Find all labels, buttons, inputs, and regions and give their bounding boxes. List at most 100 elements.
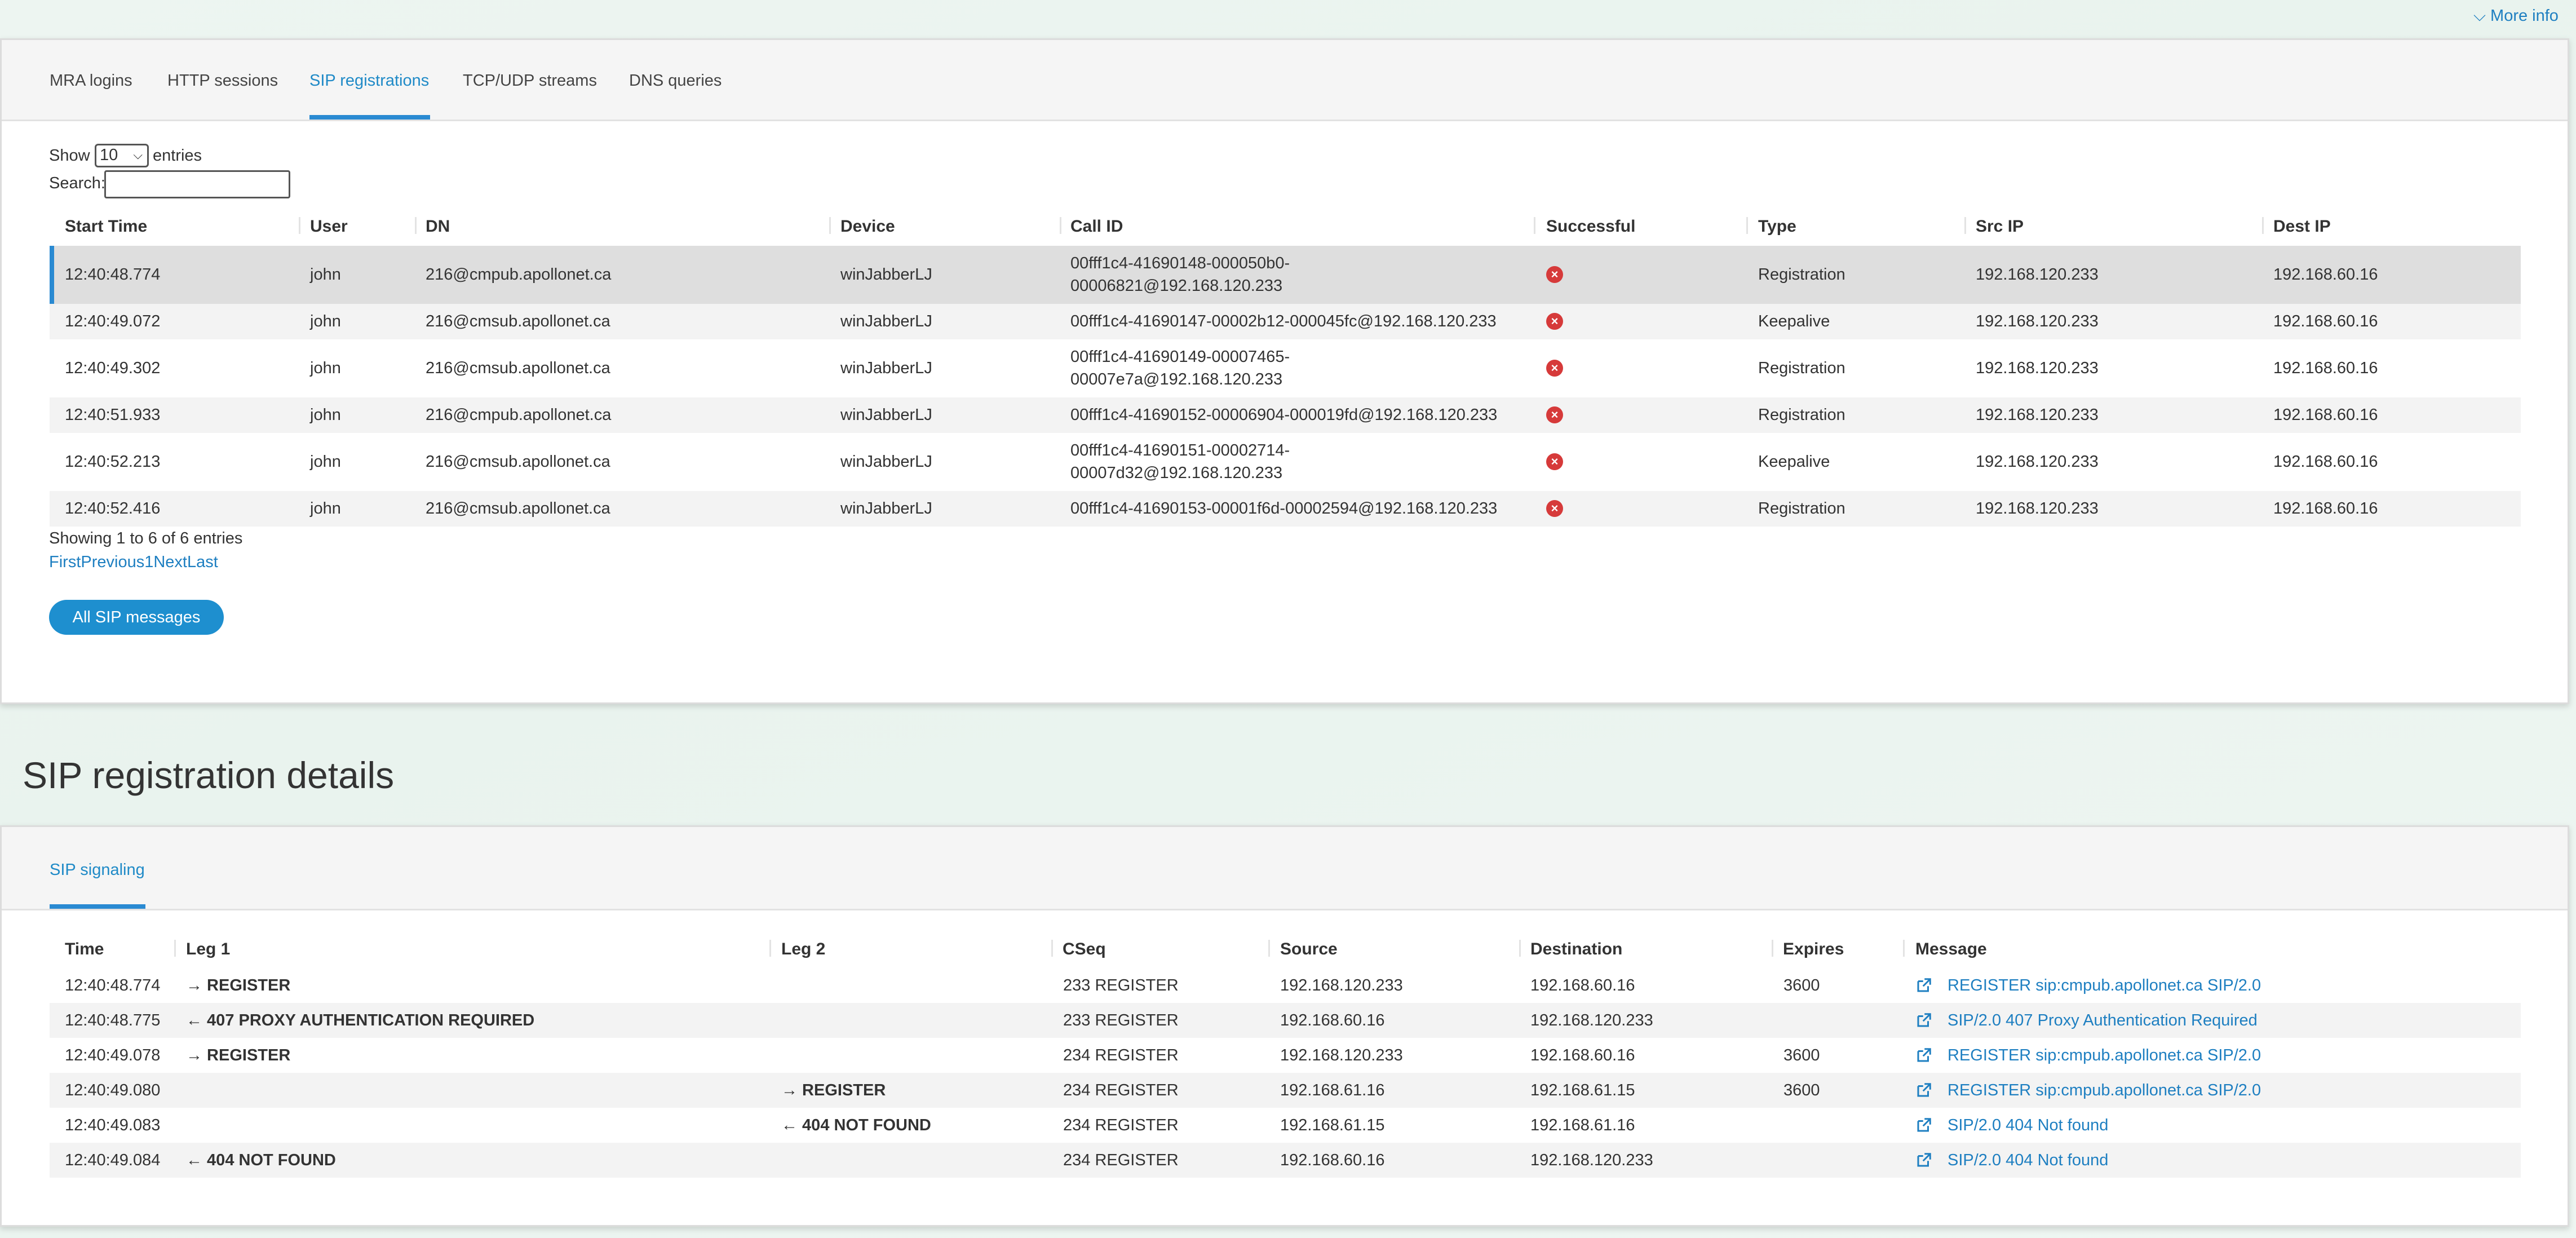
table-row[interactable]: 12:40:49.078 → REGISTER 234 REGISTER 192…	[50, 1038, 2521, 1073]
external-link-icon[interactable]	[1915, 1152, 1932, 1169]
col-destination[interactable]: Destination	[1530, 940, 1622, 959]
leg-1: ← 407 PROXY AUTHENTICATION REQUIRED	[186, 1011, 535, 1029]
time: 12:40:48.774	[65, 976, 161, 994]
dn: 216@cmpub.apollonet.ca	[426, 266, 612, 284]
table-row[interactable]: 12:40:51.933 john 216@cmpub.apollonet.ca…	[50, 397, 2521, 433]
expires: 3600	[1783, 1046, 1820, 1064]
time: 12:40:49.083	[65, 1116, 161, 1134]
call-id-line-1: 00fff1c4-41690153-00001f6d-00002594@192.…	[1070, 499, 1498, 518]
call-id-line-1: 00fff1c4-41690152-00006904-000019fd@192.…	[1070, 406, 1498, 424]
dest-ip: 192.168.60.16	[2273, 359, 2378, 377]
more-info-label: More info	[2490, 7, 2559, 25]
col-time[interactable]: Time	[65, 940, 104, 959]
time: 12:40:49.084	[65, 1151, 161, 1169]
col-cseq[interactable]: CSeq	[1063, 940, 1106, 959]
pagination: FirstPrevious1NextLast	[49, 553, 218, 572]
page-size-value: 10	[100, 146, 118, 164]
message-link[interactable]: REGISTER sip:cmpub.apollonet.ca SIP/2.0	[1948, 975, 2261, 996]
column-divider	[769, 940, 771, 957]
table-row[interactable]: 12:40:49.083 ← 404 NOT FOUND 234 REGISTE…	[50, 1108, 2521, 1143]
message-link[interactable]: REGISTER sip:cmpub.apollonet.ca SIP/2.0	[1948, 1045, 2261, 1066]
pager-next[interactable]: Next	[153, 553, 187, 571]
table-row[interactable]: 12:40:52.213 john 216@cmsub.apollonet.ca…	[50, 433, 2521, 491]
col-leg-2[interactable]: Leg 2	[781, 940, 825, 959]
external-link-icon[interactable]	[1915, 977, 1932, 994]
cseq: 233 REGISTER	[1063, 1011, 1179, 1029]
time: 12:40:49.080	[65, 1081, 161, 1099]
top-tab-bar: MRA logins HTTP sessions SIP registratio…	[2, 40, 2568, 121]
message-link[interactable]: SIP/2.0 404 Not found	[1948, 1115, 2108, 1136]
device: winJabberLJ	[840, 499, 932, 518]
section-title: SIP registration details	[23, 754, 395, 796]
src-ip: 192.168.120.233	[1976, 499, 2099, 518]
table-row[interactable]: 12:40:52.416 john 216@cmsub.apollonet.ca…	[50, 491, 2521, 527]
table-row[interactable]: 12:40:49.302 john 216@cmsub.apollonet.ca…	[50, 339, 2521, 397]
failed-status-icon: ×	[1546, 453, 1563, 470]
call-id-line-2: 00007e7a@192.168.120.233	[1070, 370, 1283, 388]
dest-ip: 192.168.60.16	[2273, 406, 2378, 424]
external-link-icon[interactable]	[1915, 1117, 1932, 1134]
col-dn[interactable]: DN	[426, 217, 450, 236]
col-device[interactable]: Device	[840, 217, 895, 236]
tab-sip-registrations[interactable]: SIP registrations	[309, 72, 429, 90]
col-start-time[interactable]: Start Time	[65, 217, 147, 236]
chevron-down-icon: ⌵	[2473, 7, 2491, 25]
pager-first[interactable]: First	[49, 553, 81, 571]
table-row[interactable]: 12:40:48.775 ← 407 PROXY AUTHENTICATION …	[50, 1003, 2521, 1038]
search-input[interactable]	[104, 170, 290, 198]
table-row[interactable]: 12:40:48.774 john 216@cmpub.apollonet.ca…	[50, 246, 2521, 304]
tab-http-sessions[interactable]: HTTP sessions	[167, 72, 278, 90]
col-message[interactable]: Message	[1915, 940, 1987, 959]
type: Registration	[1758, 266, 1845, 284]
col-expires[interactable]: Expires	[1783, 940, 1844, 959]
tab-tcp-udp-streams[interactable]: TCP/UDP streams	[463, 72, 597, 90]
column-divider	[1964, 217, 1966, 234]
tab-dns-queries[interactable]: DNS queries	[629, 72, 722, 90]
table-row[interactable]: 12:40:48.774 → REGISTER 233 REGISTER 192…	[50, 968, 2521, 1003]
col-source[interactable]: Source	[1280, 940, 1338, 959]
table-row[interactable]: 12:40:49.084 ← 404 NOT FOUND 234 REGISTE…	[50, 1143, 2521, 1178]
src-ip: 192.168.120.233	[1976, 359, 2099, 377]
source: 192.168.60.16	[1280, 1011, 1385, 1029]
table-row[interactable]: 12:40:49.080 → REGISTER 234 REGISTER 192…	[50, 1073, 2521, 1108]
entries-label: entries	[153, 147, 202, 165]
message-link[interactable]: REGISTER sip:cmpub.apollonet.ca SIP/2.0	[1948, 1080, 2261, 1101]
pager-last[interactable]: Last	[187, 553, 218, 571]
col-call-id[interactable]: Call ID	[1070, 217, 1123, 236]
device: winJabberLJ	[840, 406, 932, 424]
time: 12:40:49.078	[65, 1046, 161, 1064]
table-row[interactable]: 12:40:49.072 john 216@cmsub.apollonet.ca…	[50, 304, 2521, 339]
col-user[interactable]: User	[310, 217, 348, 236]
pagination-info: Showing 1 to 6 of 6 entries	[49, 529, 243, 547]
column-divider	[1051, 940, 1053, 957]
active-tab-indicator	[309, 115, 430, 120]
col-type[interactable]: Type	[1758, 217, 1796, 236]
page-size-select[interactable]: 10 ⌵	[95, 144, 149, 167]
failed-status-icon: ×	[1546, 266, 1563, 283]
show-label: Show	[49, 147, 90, 165]
all-sip-messages-button[interactable]: All SIP messages	[49, 600, 224, 635]
column-divider	[174, 940, 176, 957]
user: john	[310, 312, 341, 330]
col-leg-1[interactable]: Leg 1	[186, 940, 230, 959]
pager-previous[interactable]: Previous	[81, 553, 144, 571]
external-link-icon[interactable]	[1915, 1082, 1932, 1099]
message-link[interactable]: SIP/2.0 407 Proxy Authentication Require…	[1948, 1010, 2258, 1031]
tab-sip-signaling[interactable]: SIP signaling	[50, 861, 145, 879]
message-link[interactable]: SIP/2.0 404 Not found	[1948, 1149, 2108, 1171]
col-successful[interactable]: Successful	[1546, 217, 1635, 236]
pager-page-1[interactable]: 1	[144, 553, 153, 571]
cseq: 233 REGISTER	[1063, 976, 1179, 994]
user: john	[310, 499, 341, 518]
external-link-icon[interactable]	[1915, 1047, 1932, 1064]
col-dest-ip[interactable]: Dest IP	[2273, 217, 2331, 236]
external-link-icon[interactable]	[1915, 1012, 1932, 1029]
col-src-ip[interactable]: Src IP	[1976, 217, 2024, 236]
destination: 192.168.61.15	[1530, 1081, 1635, 1099]
type: Registration	[1758, 406, 1845, 424]
more-info-link[interactable]: ⌵ More info	[2473, 7, 2559, 25]
call-id-line-1: 00fff1c4-41690148-000050b0-	[1070, 254, 1290, 272]
leg-2: ← 404 NOT FOUND	[781, 1116, 931, 1134]
failed-status-icon: ×	[1546, 313, 1563, 330]
tab-mra-logins[interactable]: MRA logins	[50, 72, 132, 90]
